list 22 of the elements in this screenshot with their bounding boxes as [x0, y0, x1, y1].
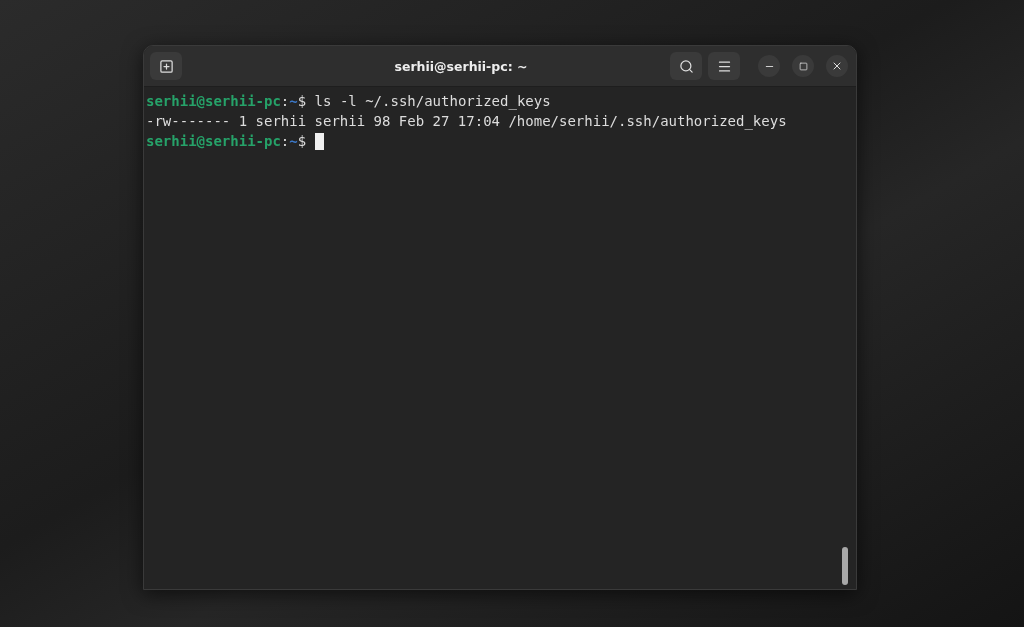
close-icon [831, 60, 843, 72]
command-text: ls -l ~/.ssh/authorized_keys [313, 92, 551, 111]
prompt-separator: : [280, 92, 290, 111]
output-text: -rw------- 1 serhii serhii 98 Feb 27 17:04 /home/serhii/.ssh/authorized_keys [146, 112, 787, 131]
window-title: serhii@serhii-pc: ~ [393, 58, 529, 74]
scrollbar-thumb[interactable] [842, 547, 848, 585]
search-button[interactable] [670, 52, 702, 80]
prompt-symbol: $ [297, 92, 307, 111]
prompt-user-host: serhii@serhii-pc [146, 132, 281, 151]
prompt-symbol: $ [297, 132, 307, 151]
new-tab-button[interactable] [150, 52, 182, 80]
new-tab-icon [158, 58, 174, 74]
menu-icon [716, 58, 732, 74]
menu-button[interactable] [708, 52, 740, 80]
prompt-user-host: serhii@serhii-pc [146, 92, 281, 111]
search-icon [678, 58, 694, 74]
maximize-button[interactable] [792, 55, 814, 77]
prompt-path: ~ [289, 132, 298, 151]
close-button[interactable] [826, 55, 848, 77]
prompt-separator: : [280, 132, 290, 151]
prompt-path: ~ [289, 92, 298, 111]
maximize-icon [798, 61, 808, 71]
